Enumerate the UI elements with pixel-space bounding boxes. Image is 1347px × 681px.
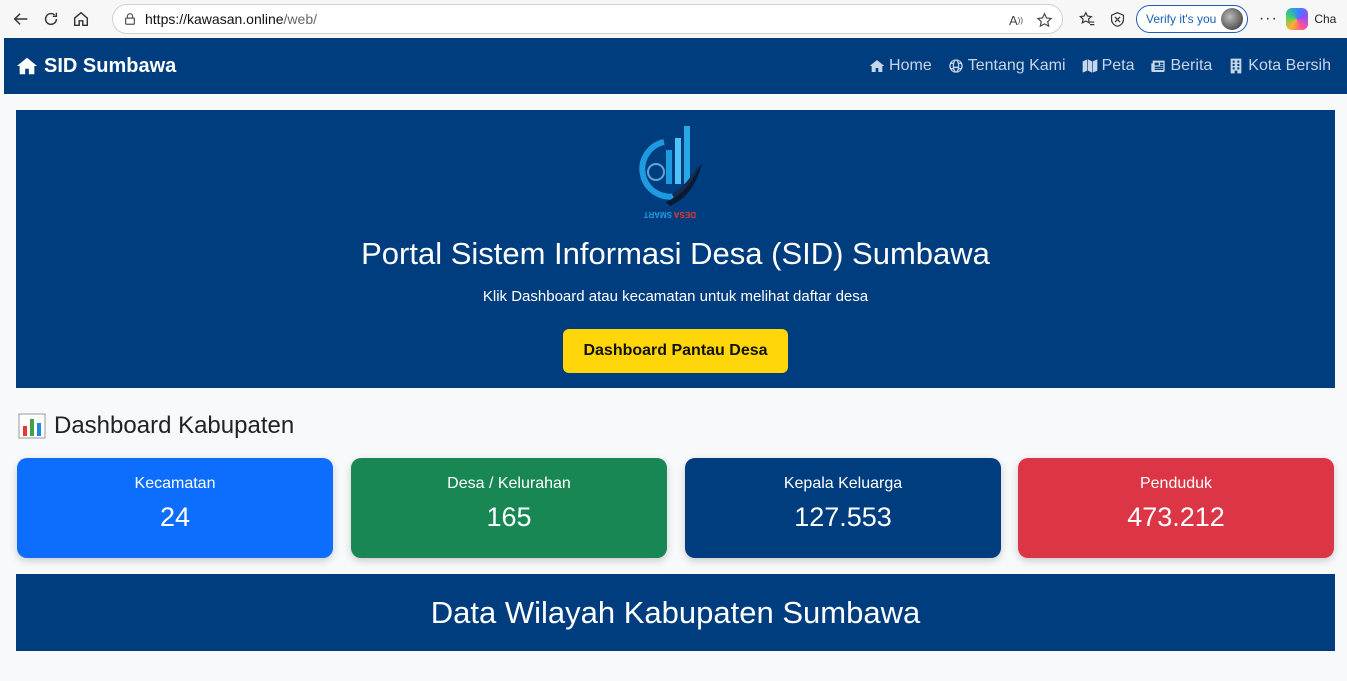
back-icon[interactable] xyxy=(6,4,36,34)
nav-item-peta[interactable]: Peta xyxy=(1082,57,1135,75)
favorite-star-icon[interactable] xyxy=(1034,10,1054,30)
card-label: Kecamatan xyxy=(134,475,216,492)
card-label: Desa / Kelurahan xyxy=(447,475,571,492)
logo-text-smart: SMART xyxy=(643,210,672,219)
nav-item-tentang-kami[interactable]: Tentang Kami xyxy=(948,57,1066,75)
newspaper-icon xyxy=(1151,60,1166,72)
logo-text-desa: DESA xyxy=(674,210,696,219)
favorites-list-icon[interactable] xyxy=(1072,4,1102,34)
dashboard-pantau-desa-button[interactable]: Dashboard Pantau Desa xyxy=(563,329,788,373)
nav-item-label: Berita xyxy=(1170,57,1213,74)
avatar xyxy=(1221,8,1244,30)
card-kecamatan[interactable]: Kecamatan 24 xyxy=(17,458,333,558)
card-label: Kepala Keluarga xyxy=(783,475,903,492)
card-value: 127.553 xyxy=(794,502,892,532)
card-value: 165 xyxy=(486,502,532,532)
nav-menu: Home Tentang Kami Peta Berita Kota Bersi… xyxy=(869,38,1331,94)
read-aloud-icon[interactable]: A)) xyxy=(1006,10,1026,30)
data-wilayah-heading: Data Wilayah Kabupaten Sumbawa xyxy=(16,574,1335,651)
copilot-icon xyxy=(1286,8,1309,30)
card-value: 24 xyxy=(159,502,191,532)
url-text: https://kawasan.online/web/ xyxy=(145,11,317,27)
nav-item-label: Tentang Kami xyxy=(967,57,1066,74)
brand-link[interactable]: SID Sumbawa xyxy=(16,55,176,78)
desa-smart-logo: SMART DESA xyxy=(639,126,702,219)
building-icon xyxy=(1230,58,1242,74)
copilot-button[interactable]: Cha xyxy=(1286,8,1336,30)
nav-item-kota-bersih[interactable]: Kota Bersih xyxy=(1228,57,1331,75)
site-navbar: SID Sumbawa Home Tentang Kami Peta Berit… xyxy=(4,38,1347,94)
address-bar[interactable]: https://kawasan.online/web/ A)) xyxy=(112,4,1063,34)
hero-subtitle: Klik Dashboard atau kecamatan untuk meli… xyxy=(482,288,869,305)
card-label: Penduduk xyxy=(1139,475,1213,492)
home-icon xyxy=(16,57,38,75)
home-browser-icon[interactable] xyxy=(66,4,96,34)
nav-item-label: Peta xyxy=(1101,57,1135,74)
nav-item-berita[interactable]: Berita xyxy=(1150,57,1212,75)
nav-item-home[interactable]: Home xyxy=(869,57,932,75)
verify-label: Verify it's you xyxy=(1146,12,1217,26)
nav-item-label: Home xyxy=(889,57,932,74)
dashboard-title: Dashboard Kabupaten xyxy=(18,412,294,440)
globe-icon xyxy=(949,59,963,73)
shield-icon[interactable] xyxy=(1102,4,1132,34)
hero-banner: SMART DESA Portal Sistem Informasi Desa … xyxy=(16,110,1335,388)
card-kepala-keluarga[interactable]: Kepala Keluarga 127.553 xyxy=(685,458,1001,558)
refresh-icon[interactable] xyxy=(36,4,66,34)
copilot-label: Cha xyxy=(1314,12,1337,26)
verify-profile-button[interactable]: Verify it's you xyxy=(1136,5,1249,33)
lock-icon xyxy=(125,13,135,25)
nav-item-label: Kota Bersih xyxy=(1248,57,1331,74)
brand-name: SID Sumbawa xyxy=(44,54,177,77)
map-icon xyxy=(1082,59,1097,73)
browser-toolbar: https://kawasan.online/web/ A)) Verify i… xyxy=(0,0,1347,38)
card-desa-kelurahan[interactable]: Desa / Kelurahan 165 xyxy=(351,458,667,558)
card-penduduk[interactable]: Penduduk 473.212 xyxy=(1018,458,1334,558)
more-options-icon[interactable]: ··· xyxy=(1254,10,1282,28)
bar-chart-icon xyxy=(18,413,46,439)
dashboard-title-text: Dashboard Kabupaten xyxy=(54,412,295,439)
home-icon xyxy=(869,60,885,72)
hero-title: Portal Sistem Informasi Desa (SID) Sumba… xyxy=(361,236,990,271)
card-value: 473.212 xyxy=(1127,502,1225,532)
